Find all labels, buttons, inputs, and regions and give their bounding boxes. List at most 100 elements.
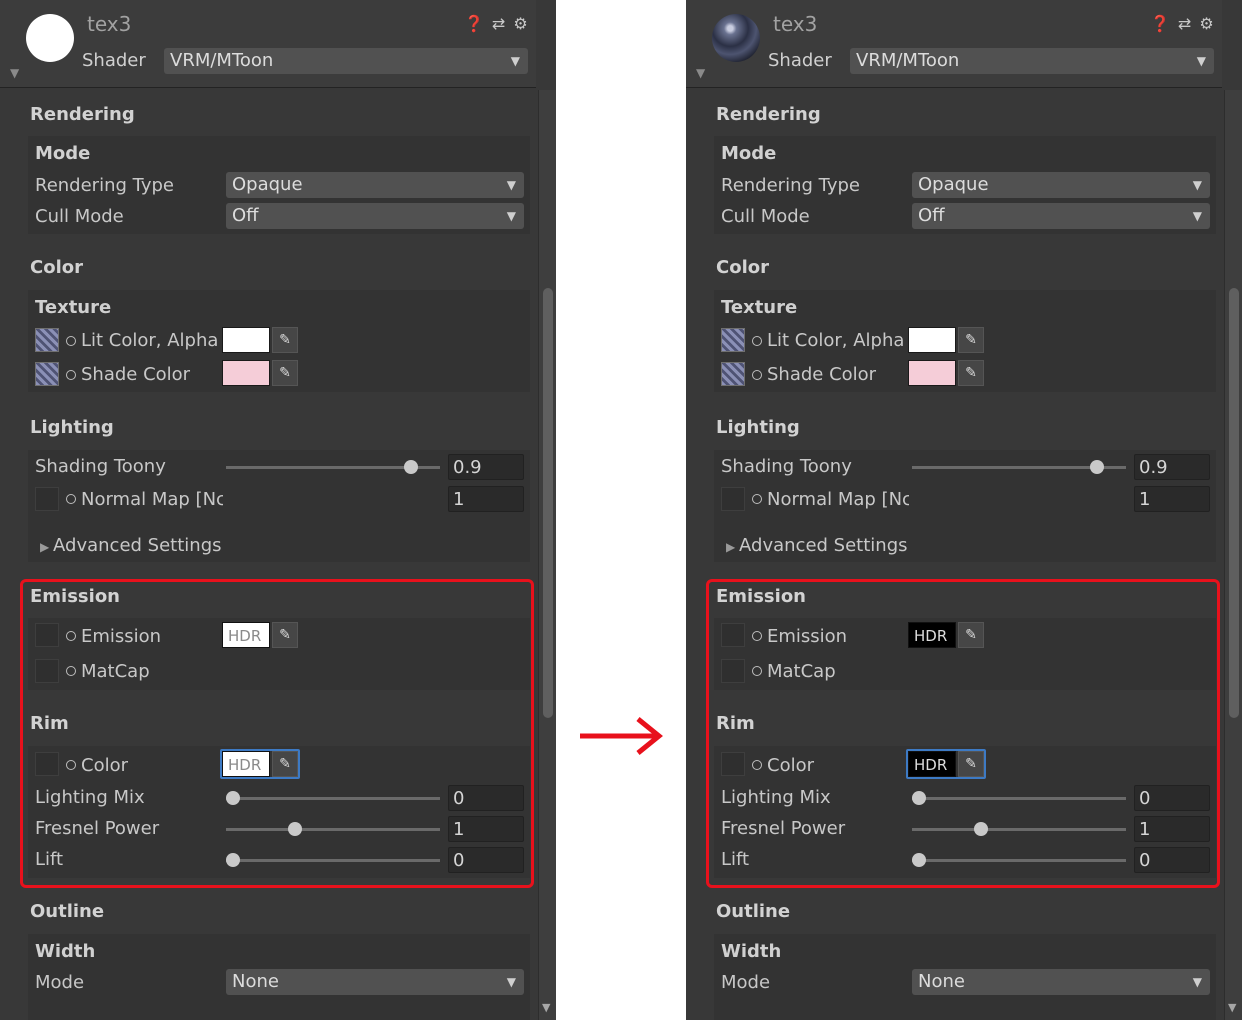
eyedropper-icon[interactable]: ✎ [272,360,298,386]
shade-color-swatch[interactable] [908,360,956,386]
shade-color-label: Shade Color [81,364,191,385]
object-picker-icon[interactable] [752,494,762,504]
rendering-type-label: Rendering Type [721,175,860,196]
eyedropper-icon[interactable]: ✎ [958,327,984,353]
texture-header: Texture [721,297,798,318]
section-lighting: Lighting [30,417,114,438]
shade-texture-slot[interactable] [35,362,59,386]
inspector-panel-before: ▼ tex3 ❓ ⇄ ⚙ Shader VRM/MToon ▼ ▼ Renderi… [0,0,556,1020]
object-picker-icon[interactable] [66,370,76,380]
cull-mode-dropdown[interactable]: Off ▼ [226,203,524,229]
cull-mode-value: Off [232,205,259,226]
shader-label: Shader [82,50,146,71]
advanced-settings-foldout[interactable]: ▶ Advanced Settings [40,535,222,556]
normal-map-label: Normal Map [Nc [767,489,909,510]
settings-gear-icon[interactable]: ⚙ [1199,14,1213,33]
section-color: Color [716,257,769,278]
settings-gear-icon[interactable]: ⚙ [513,14,527,33]
foldout-arrow-icon[interactable]: ▼ [10,66,19,80]
lit-color-swatch[interactable] [222,327,270,353]
cull-mode-value: Off [918,205,945,226]
cull-mode-dropdown[interactable]: Off ▼ [912,203,1210,229]
rendering-type-dropdown[interactable]: Opaque ▼ [226,172,524,198]
dropdown-arrow-icon: ▼ [506,975,516,989]
dropdown-arrow-icon: ▼ [1192,178,1202,192]
object-picker-icon[interactable] [66,494,76,504]
lit-color-label: Lit Color, Alpha [767,330,905,351]
highlight-box [706,579,1220,888]
material-header: ▼ tex3 ❓ ⇄ ⚙ Shader VRM/MToon ▼ [686,0,1222,88]
object-picker-icon[interactable] [66,336,76,346]
lit-texture-slot[interactable] [721,328,745,352]
section-rendering: Rendering [30,104,135,125]
advanced-settings-label: Advanced Settings [739,535,908,556]
foldout-arrow-icon: ▶ [726,540,740,554]
shade-color-label: Shade Color [767,364,877,385]
shader-value: VRM/MToon [170,50,274,71]
shading-toony-field[interactable]: 0.9 [448,454,524,480]
header-icons: ❓ ⇄ ⚙ [1150,14,1214,33]
right-arrow-icon [580,717,663,755]
shading-toony-knob[interactable] [1090,460,1104,474]
mode-header: Mode [35,143,91,164]
mode-header: Mode [721,143,777,164]
eyedropper-icon[interactable]: ✎ [958,360,984,386]
shader-dropdown[interactable]: VRM/MToon ▼ [164,48,528,74]
advanced-settings-label: Advanced Settings [53,535,222,556]
lit-texture-slot[interactable] [35,328,59,352]
material-preview-icon [712,14,760,62]
advanced-settings-foldout[interactable]: ▶ Advanced Settings [726,535,908,556]
object-picker-icon[interactable] [752,336,762,346]
outline-mode-label: Mode [35,972,85,993]
inspector-panel-after: ▼ tex3 ❓ ⇄ ⚙ Shader VRM/MToon ▼ ▼ Renderi… [686,0,1242,1020]
outline-mode-dropdown[interactable]: None ▼ [912,969,1210,995]
dropdown-arrow-icon: ▼ [506,209,516,223]
normal-map-field[interactable]: 1 [1134,486,1210,512]
shading-toony-field[interactable]: 0.9 [1134,454,1210,480]
scroll-down-icon[interactable]: ▼ [542,1001,550,1014]
normal-map-field[interactable]: 1 [448,486,524,512]
scroll-down-icon[interactable]: ▼ [1228,1001,1236,1014]
foldout-arrow-icon[interactable]: ▼ [696,66,705,80]
material-title: tex3 [87,12,132,36]
rendering-type-dropdown[interactable]: Opaque ▼ [912,172,1210,198]
preset-icon[interactable]: ⇄ [492,14,505,33]
lit-color-swatch[interactable] [908,327,956,353]
rendering-type-value: Opaque [918,174,989,195]
scrollbar-thumb[interactable] [543,288,553,718]
rendering-type-value: Opaque [232,174,303,195]
vertical-scrollbar[interactable]: ▼ [1224,90,1242,1020]
width-header: Width [35,941,96,962]
cull-mode-label: Cull Mode [721,206,810,227]
help-icon[interactable]: ❓ [464,14,484,33]
shader-dropdown[interactable]: VRM/MToon ▼ [850,48,1214,74]
scrollbar-thumb[interactable] [1229,288,1239,718]
dropdown-arrow-icon: ▼ [1192,975,1202,989]
dropdown-arrow-icon: ▼ [506,178,516,192]
normal-map-slot[interactable] [35,487,59,511]
shading-toony-knob[interactable] [404,460,418,474]
shading-toony-label: Shading Toony [35,456,166,477]
help-icon[interactable]: ❓ [1150,14,1170,33]
texture-header: Texture [35,297,112,318]
outline-mode-dropdown[interactable]: None ▼ [226,969,524,995]
material-preview-icon [26,14,74,62]
cull-mode-label: Cull Mode [35,206,124,227]
section-lighting: Lighting [716,417,800,438]
eyedropper-icon[interactable]: ✎ [272,327,298,353]
dropdown-arrow-icon: ▼ [1196,54,1206,68]
width-header: Width [721,941,782,962]
shade-color-swatch[interactable] [222,360,270,386]
object-picker-icon[interactable] [752,370,762,380]
preset-icon[interactable]: ⇄ [1178,14,1191,33]
outline-mode-value: None [232,971,279,992]
section-outline: Outline [716,901,791,922]
vertical-scrollbar[interactable]: ▼ [538,90,556,1020]
dropdown-arrow-icon: ▼ [1192,209,1202,223]
section-color: Color [30,257,83,278]
highlight-box [20,579,534,888]
material-header: ▼ tex3 ❓ ⇄ ⚙ Shader VRM/MToon ▼ [0,0,536,88]
shade-texture-slot[interactable] [721,362,745,386]
outline-mode-label: Mode [721,972,771,993]
normal-map-slot[interactable] [721,487,745,511]
